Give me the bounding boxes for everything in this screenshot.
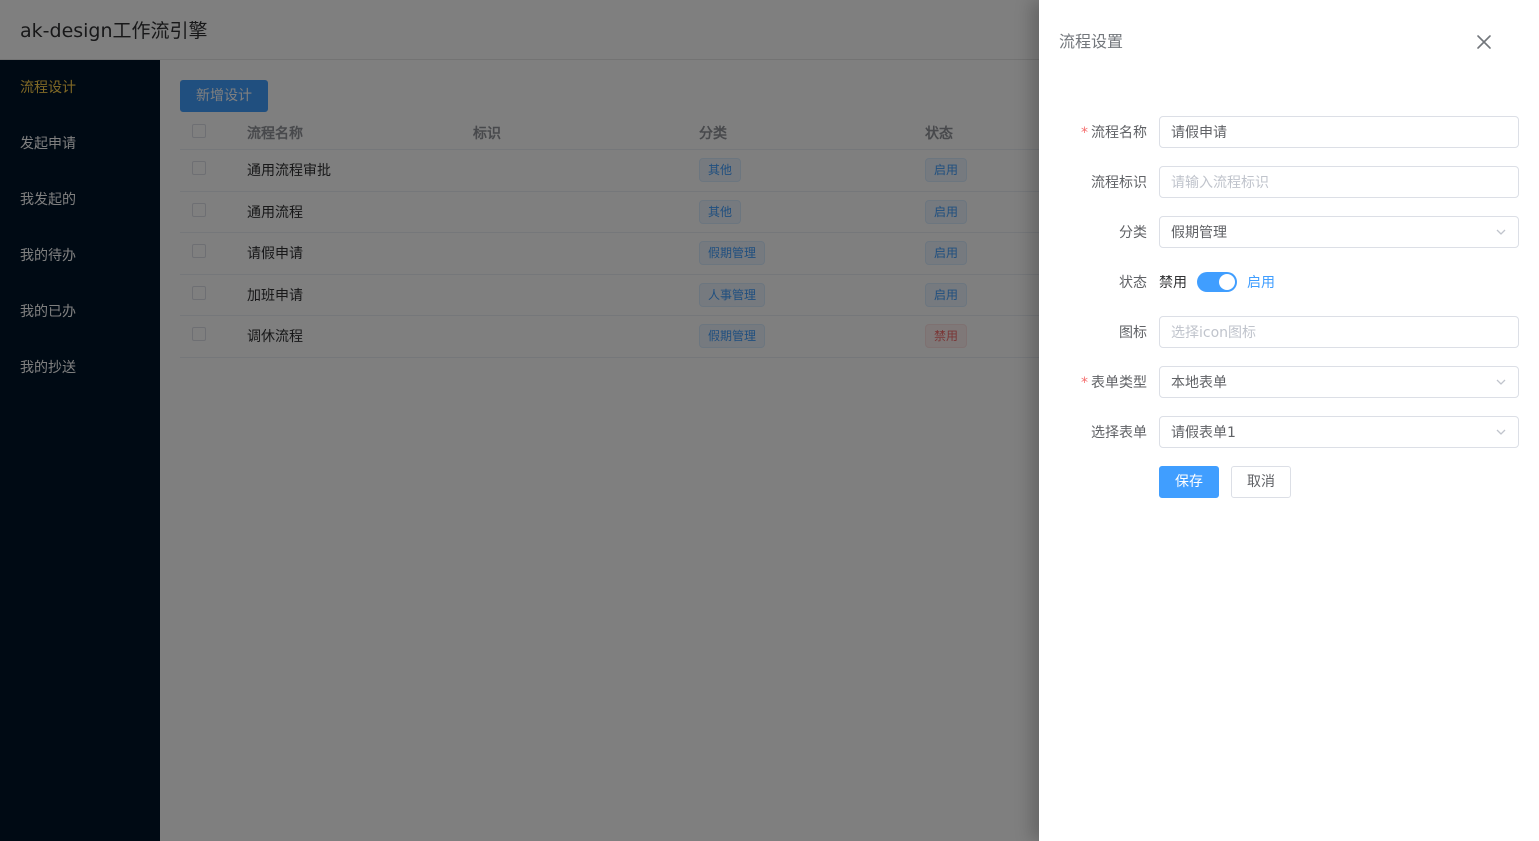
drawer-header: 流程设置: [1039, 0, 1539, 84]
icon-picker-placeholder: 选择icon图标: [1171, 325, 1257, 341]
process-key-placeholder: 请输入流程标识: [1171, 175, 1269, 191]
switch-on-label[interactable]: 启用: [1247, 272, 1275, 292]
close-icon[interactable]: [1474, 32, 1494, 52]
form-select-value: 请假表单1: [1171, 425, 1236, 441]
form-row-status: 状态 禁用 启用: [1039, 266, 1519, 298]
name-label: 流程名称: [1091, 125, 1147, 141]
process-settings-form: * 流程名称 请假申请 流程标识 请输入流程标识 分类 假期管理 状态 禁用 启…: [1039, 84, 1539, 498]
form-row-actions: 保存 取消: [1039, 466, 1519, 498]
form-row-key: 流程标识 请输入流程标识: [1039, 166, 1519, 198]
form-row-form-select: 选择表单 请假表单1: [1039, 416, 1519, 448]
form-type-label: 表单类型: [1091, 375, 1147, 391]
drawer-title: 流程设置: [1059, 32, 1124, 51]
switch-off-label[interactable]: 禁用: [1159, 272, 1187, 292]
icon-picker-input[interactable]: 选择icon图标: [1159, 316, 1519, 348]
process-name-value: 请假申请: [1171, 125, 1227, 141]
chevron-down-icon: [1496, 429, 1506, 435]
form-type-value: 本地表单: [1171, 375, 1227, 391]
toggle-knob: [1219, 274, 1235, 290]
status-toggle[interactable]: [1197, 272, 1237, 292]
form-select-label: 选择表单: [1091, 425, 1147, 441]
process-settings-drawer: 流程设置 * 流程名称 请假申请 流程标识 请输入流程标识 分类 假期管理 状态…: [1039, 0, 1539, 841]
required-mark: *: [1081, 125, 1088, 141]
category-value: 假期管理: [1171, 225, 1227, 241]
icon-label: 图标: [1119, 325, 1147, 341]
form-row-category: 分类 假期管理: [1039, 216, 1519, 248]
save-button[interactable]: 保存: [1159, 466, 1219, 498]
key-label: 流程标识: [1091, 175, 1147, 191]
status-label: 状态: [1119, 275, 1147, 291]
form-row-form-type: * 表单类型 本地表单: [1039, 366, 1519, 398]
category-select[interactable]: 假期管理: [1159, 216, 1519, 248]
form-row-name: * 流程名称 请假申请: [1039, 116, 1519, 148]
required-mark: *: [1081, 375, 1088, 391]
cancel-button[interactable]: 取消: [1231, 466, 1291, 498]
process-name-input[interactable]: 请假申请: [1159, 116, 1519, 148]
category-label: 分类: [1119, 225, 1147, 241]
process-key-input[interactable]: 请输入流程标识: [1159, 166, 1519, 198]
form-row-icon: 图标 选择icon图标: [1039, 316, 1519, 348]
chevron-down-icon: [1496, 379, 1506, 385]
chevron-down-icon: [1496, 229, 1506, 235]
form-select[interactable]: 请假表单1: [1159, 416, 1519, 448]
form-type-select[interactable]: 本地表单: [1159, 366, 1519, 398]
